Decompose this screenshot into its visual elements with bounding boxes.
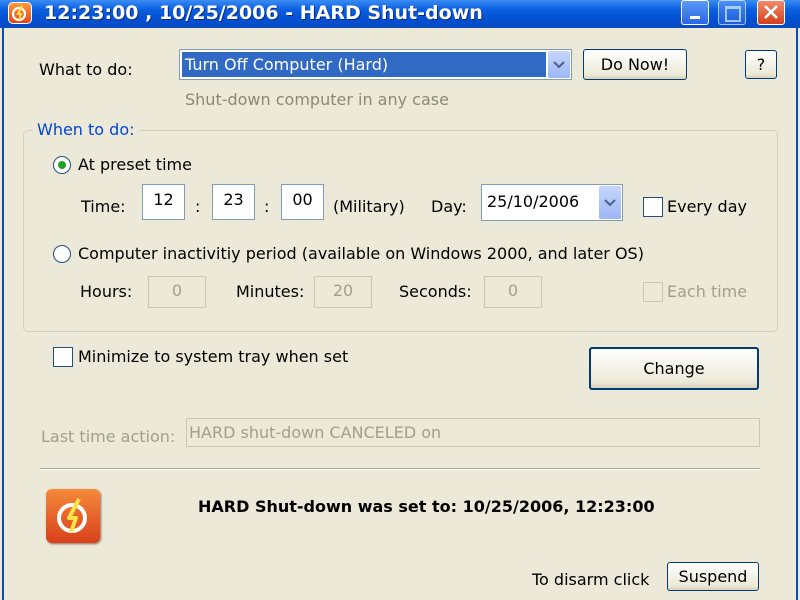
- window-title: 12:23:00 , 10/25/2006 - HARD Shut-down: [44, 2, 483, 24]
- preset-time-radio[interactable]: [53, 156, 71, 174]
- do-now-button[interactable]: Do Now!: [583, 49, 687, 80]
- separator: [40, 468, 760, 470]
- day-label: Day:: [431, 197, 467, 216]
- minute-field[interactable]: 23: [212, 184, 255, 220]
- maximize-button[interactable]: [718, 0, 746, 25]
- each-time-checkbox[interactable]: [643, 282, 663, 302]
- inactivity-label[interactable]: Computer inactivitiy period (available o…: [78, 244, 644, 264]
- day-select[interactable]: 25/10/2006: [481, 184, 623, 221]
- suspend-button[interactable]: Suspend: [667, 562, 759, 591]
- chevron-down-icon[interactable]: [599, 186, 621, 219]
- when-to-do-title: When to do:: [33, 120, 139, 140]
- close-icon: [764, 5, 778, 19]
- second-field[interactable]: 00: [281, 184, 324, 220]
- time-separator: :: [195, 197, 201, 216]
- inactivity-radio[interactable]: [53, 245, 71, 263]
- every-day-checkbox[interactable]: [643, 197, 663, 217]
- minutes-field[interactable]: 20: [314, 276, 372, 308]
- last-action-label: Last time action:: [41, 427, 176, 446]
- what-to-do-label: What to do:: [39, 60, 133, 79]
- time-label: Time:: [81, 197, 126, 216]
- change-button[interactable]: Change: [589, 347, 759, 390]
- disarm-label: To disarm click: [532, 570, 650, 589]
- action-select-value: Turn Off Computer (Hard): [182, 52, 546, 77]
- title-bar[interactable]: 12:23:00 , 10/25/2006 - HARD Shut-down: [0, 0, 800, 28]
- each-time-label[interactable]: Each time: [667, 282, 747, 302]
- hours-label: Hours:: [80, 282, 133, 301]
- chevron-down-icon[interactable]: [548, 51, 570, 78]
- app-icon[interactable]: [8, 2, 32, 24]
- minimize-tray-checkbox[interactable]: [53, 347, 73, 367]
- help-button[interactable]: ?: [745, 50, 777, 79]
- hour-field[interactable]: 12: [142, 184, 185, 220]
- status-message: HARD Shut-down was set to: 10/25/2006, 1…: [198, 497, 655, 516]
- action-description: Shut-down computer in any case: [185, 90, 449, 109]
- action-select[interactable]: Turn Off Computer (Hard): [179, 49, 572, 80]
- shutdown-status-icon: [46, 489, 100, 543]
- radio-selected-dot: [58, 161, 66, 169]
- hours-field[interactable]: 0: [148, 276, 206, 308]
- minimize-tray-label[interactable]: Minimize to system tray when set: [78, 347, 348, 367]
- military-label: (Military): [333, 197, 405, 216]
- seconds-field[interactable]: 0: [484, 276, 542, 308]
- last-action-field[interactable]: HARD shut-down CANCELED on: [186, 418, 760, 447]
- day-select-value: 25/10/2006: [487, 192, 580, 211]
- seconds-label: Seconds:: [399, 282, 472, 301]
- minutes-label: Minutes:: [236, 282, 305, 301]
- time-separator: :: [264, 197, 270, 216]
- minimize-button[interactable]: [681, 0, 709, 25]
- preset-time-label[interactable]: At preset time: [78, 155, 192, 175]
- every-day-label[interactable]: Every day: [667, 197, 747, 217]
- close-button[interactable]: [757, 0, 785, 25]
